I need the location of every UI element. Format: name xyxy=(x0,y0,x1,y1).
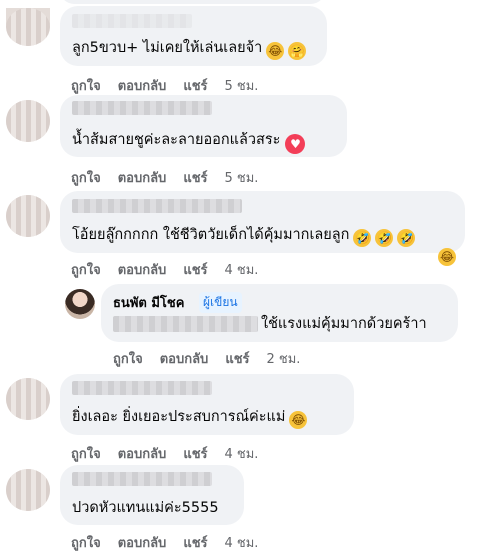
timestamp[interactable]: 5 ชม. xyxy=(225,171,259,186)
reply-text: ใช้แรงแม่คุ้มมากด้วยคร้าา xyxy=(261,316,427,332)
comment-bubble: น้ำส้มสายชูค่ะละลายออกแล้วสระ ♥ xyxy=(60,95,347,157)
like-link[interactable]: ถูกใจ xyxy=(71,263,101,278)
commenter-name[interactable] xyxy=(72,14,192,28)
like-link[interactable]: ถูกใจ xyxy=(71,79,101,94)
timestamp[interactable]: 4 ชม. xyxy=(225,536,259,551)
like-link[interactable]: ถูกใจ xyxy=(71,447,101,462)
author-badge: ผู้เขียน xyxy=(199,292,242,313)
rolling-laughing-face-icon: 🤣 xyxy=(353,229,372,247)
share-link[interactable]: แชร์ xyxy=(225,352,249,367)
laughing-face-icon: 😂 xyxy=(266,42,285,60)
avatar[interactable] xyxy=(6,100,50,142)
previous-comment-bubble xyxy=(60,0,325,4)
share-link[interactable]: แชร์ xyxy=(183,447,207,462)
avatar[interactable] xyxy=(6,8,50,46)
reply-link[interactable]: ตอบกลับ xyxy=(160,352,209,367)
comment-text: โอ้ยยลู๊กกกกก ใช้ชีวิตวัยเด็กได้คุ้มมากเ… xyxy=(72,227,416,247)
share-link[interactable]: แชร์ xyxy=(183,171,207,186)
comment-bubble: ยิ่งเลอะ ยิ่งเยอะประสบการณ์ค่ะแม่ 😂 xyxy=(60,374,354,435)
reply-link[interactable]: ตอบกลับ xyxy=(118,447,167,462)
timestamp[interactable]: 4 ชม. xyxy=(225,263,259,278)
avatar[interactable] xyxy=(6,469,50,511)
comment-text: น้ำส้มสายชูค่ะละลายออกแล้วสระ ♥ xyxy=(72,131,306,154)
share-link[interactable]: แชร์ xyxy=(183,79,207,94)
commenter-name[interactable] xyxy=(72,199,242,213)
timestamp[interactable]: 4 ชม. xyxy=(225,447,259,462)
reply-link[interactable]: ตอบกลับ xyxy=(118,79,167,94)
share-link[interactable]: แชร์ xyxy=(183,263,207,278)
comment-bubble: โอ้ยยลู๊กกกกก ใช้ชีวิตวัยเด็กได้คุ้มมากเ… xyxy=(60,191,465,253)
reply-bubble: ธนพัต มีโชค ผู้เขียน ใช้แรงแม่คุ้มมากด้ว… xyxy=(101,284,458,342)
comment-actions: ถูกใจ ตอบกลับ แชร์ 4 ชม. xyxy=(71,443,258,464)
heart-icon: ♥ xyxy=(285,134,306,154)
comment-text: ปวดหัวแทนแม่ค่ะ5555 xyxy=(72,500,219,516)
timestamp[interactable]: 2 ชม. xyxy=(267,352,301,367)
rolling-laughing-face-icon: 🤣 xyxy=(375,229,394,247)
comment-text: ลูก5ขวบ+ ไม่เคยให้เล่นเลยจ้า 😂 🤗 xyxy=(72,40,307,60)
like-link[interactable]: ถูกใจ xyxy=(71,171,101,186)
avatar[interactable] xyxy=(6,195,50,237)
comment-bubble: ปวดหัวแทนแม่ค่ะ5555 xyxy=(60,465,244,525)
comment-text: ยิ่งเลอะ ยิ่งเยอะประสบการณ์ค่ะแม่ 😂 xyxy=(72,409,308,429)
like-link[interactable]: ถูกใจ xyxy=(113,352,143,367)
commenter-name[interactable] xyxy=(72,472,212,486)
commenter-name[interactable] xyxy=(72,381,212,395)
timestamp[interactable]: 5 ชม. xyxy=(225,79,259,94)
laughing-face-icon: 😂 xyxy=(289,411,308,429)
comment-bubble: ลูก5ขวบ+ ไม่เคยให้เล่นเลยจ้า 😂 🤗 xyxy=(60,6,327,66)
avatar[interactable] xyxy=(6,378,50,420)
reply-actions: ถูกใจ ตอบกลับ แชร์ 2 ชม. xyxy=(113,348,300,369)
reply-link[interactable]: ตอบกลับ xyxy=(118,536,167,551)
rolling-laughing-face-icon: 🤣 xyxy=(397,229,416,247)
laughing-face-icon: 😂 xyxy=(438,248,456,266)
hugging-face-icon: 🤗 xyxy=(288,42,307,60)
mentioned-name[interactable] xyxy=(113,316,258,332)
comment-actions: ถูกใจ ตอบกลับ แชร์ 5 ชม. xyxy=(71,167,258,188)
reply-link[interactable]: ตอบกลับ xyxy=(118,171,167,186)
share-link[interactable]: แชร์ xyxy=(183,536,207,551)
like-link[interactable]: ถูกใจ xyxy=(71,536,101,551)
reply-link[interactable]: ตอบกลับ xyxy=(118,263,167,278)
commenter-name[interactable] xyxy=(72,101,212,115)
author-name[interactable]: ธนพัต มีโชค xyxy=(113,292,184,313)
author-avatar[interactable] xyxy=(65,289,95,319)
comment-actions: ถูกใจ ตอบกลับ แชร์ 5 ชม. xyxy=(71,75,258,96)
comment-actions: ถูกใจ ตอบกลับ แชร์ 4 ชม. xyxy=(71,259,258,280)
comment-actions: ถูกใจ ตอบกลับ แชร์ 4 ชม. xyxy=(71,532,258,553)
